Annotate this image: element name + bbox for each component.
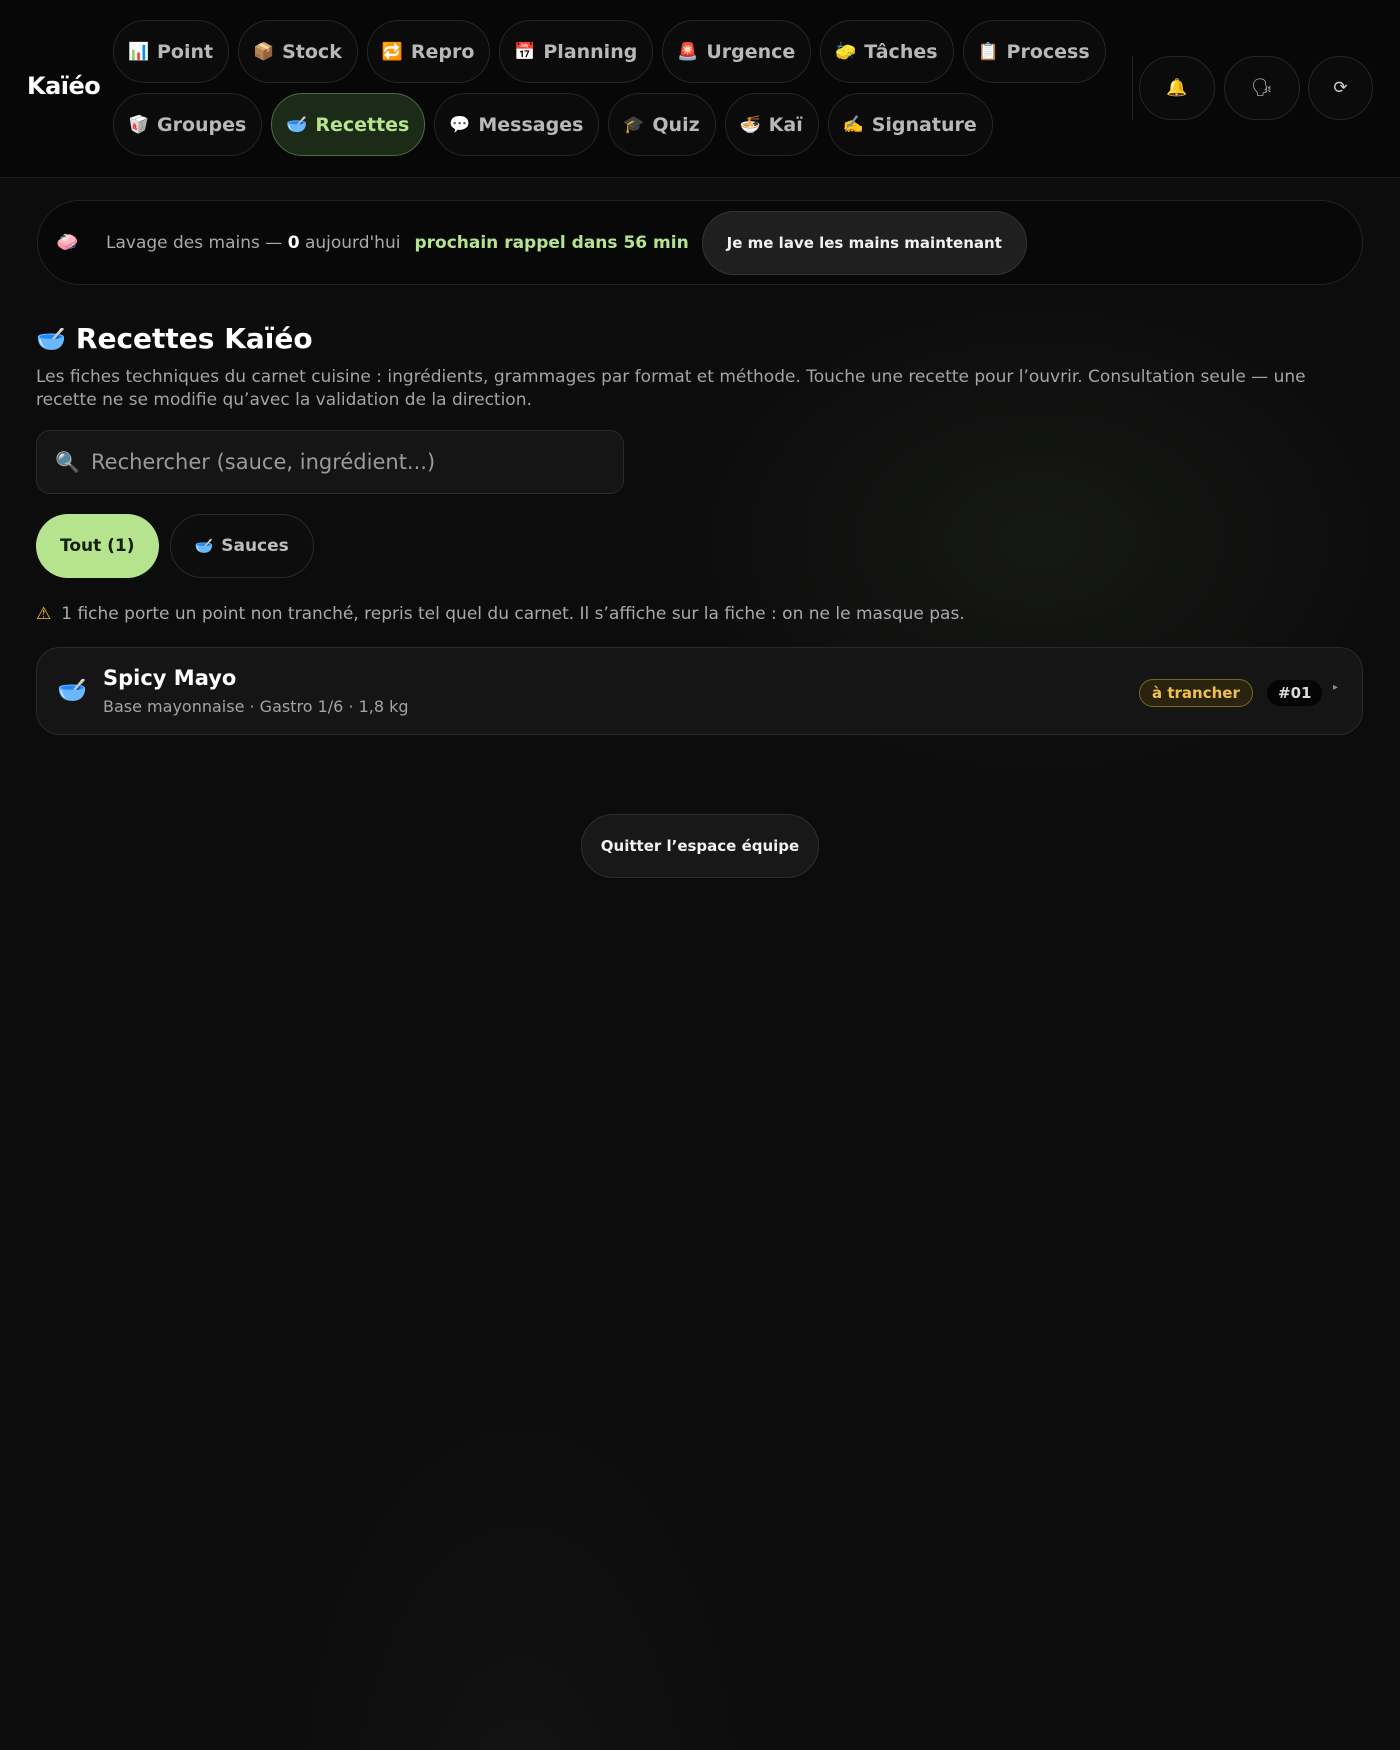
nav-messages[interactable]: 💬 Messages: [434, 93, 600, 156]
bell-icon: 🔔: [1166, 78, 1188, 98]
unresolved-warning: ⚠ 1 fiche porte un point non tranché, re…: [36, 604, 965, 624]
warning-icon: ⚠: [36, 604, 52, 624]
nav-label: Messages: [478, 113, 584, 136]
noodle-bowl-icon: 🍜: [739, 114, 761, 135]
nav-groupes[interactable]: 🥡 Groupes: [113, 93, 263, 156]
package-icon: 📦: [253, 41, 275, 62]
filter-sauces[interactable]: 🥣 Sauces: [169, 514, 314, 578]
nav-label: Quiz: [652, 113, 700, 136]
handwash-banner: 🧼 Lavage des mains — 0 aujourd'hui proch…: [37, 200, 1363, 285]
refresh-button[interactable]: ⟳: [1308, 56, 1373, 120]
app-logo[interactable]: Kaïéo: [27, 72, 101, 100]
nav-signature[interactable]: ✍️ Signature: [827, 93, 993, 156]
nav-row-2: 🥡 Groupes 🥣 Recettes 💬 Messages 🎓 Quiz 🍜 Kaï …: [113, 93, 993, 156]
recipe-meta: Base mayonnaise · Gastro 1/6 · 1,8 kg: [103, 697, 409, 716]
background-glow: [0, 180, 1400, 1750]
sponge-icon: 🧽: [835, 41, 857, 62]
filter-label: Tout (1): [60, 536, 135, 556]
recipe-number-badge: #01: [1267, 680, 1323, 706]
nav-urgence[interactable]: 🚨 Urgence: [662, 20, 812, 83]
handwash-count: 0: [287, 232, 300, 253]
clipboard-icon: 📋: [977, 41, 999, 62]
search-input[interactable]: [91, 450, 611, 474]
nav-label: Kaï: [768, 113, 803, 136]
calendar-icon: 📅: [514, 41, 536, 62]
page-title-text: Recettes Kaïéo: [75, 322, 313, 355]
bowl-icon: 🥣: [36, 324, 66, 353]
takeout-box-icon: 🥡: [128, 114, 150, 135]
status-badge: à trancher: [1139, 679, 1253, 707]
handwash-count-suffix: aujourd'hui: [304, 232, 401, 253]
nav-label: Groupes: [157, 113, 247, 136]
nav-stock[interactable]: 📦 Stock: [238, 20, 358, 83]
notifications-button[interactable]: 🔔: [1139, 56, 1215, 120]
handwash-label: Lavage des mains —: [106, 232, 283, 253]
chart-icon: 📊: [128, 41, 150, 62]
nav-label: Signature: [871, 113, 977, 136]
page-title: 🥣 Recettes Kaïéo: [36, 322, 313, 355]
speaking-head-icon: 🗣: [1251, 78, 1273, 98]
nav-kai[interactable]: 🍜 Kaï: [724, 93, 819, 156]
graduation-cap-icon: 🎓: [623, 114, 645, 135]
speech-bubble-icon: 💬: [449, 114, 471, 135]
chevron-right-icon: ▸: [1333, 682, 1339, 693]
nav-repro[interactable]: 🔁 Repro: [366, 20, 491, 83]
nav-label: Tâches: [864, 40, 938, 63]
next-reminder: prochain rappel dans 56 min: [414, 232, 689, 253]
filter-all[interactable]: Tout (1): [36, 514, 159, 578]
filter-label: Sauces: [221, 536, 289, 556]
nav-point[interactable]: 📊 Point: [113, 20, 230, 83]
siren-icon: 🚨: [677, 41, 699, 62]
nav-label: Urgence: [706, 40, 796, 63]
search-box: 🔍: [36, 430, 624, 494]
nav-label: Planning: [543, 40, 638, 63]
nav-label: Repro: [410, 40, 475, 63]
page-description: Les fiches techniques du carnet cuisine …: [36, 367, 1306, 410]
top-bar: Kaïéo 📊 Point 📦 Stock 🔁 Repro 📅 Planning 🚨 Ur…: [0, 0, 1400, 178]
warning-text: 1 fiche porte un point non tranché, repr…: [61, 604, 965, 624]
category-filters: Tout (1) 🥣 Sauces: [36, 514, 314, 578]
nav-label: Stock: [282, 40, 342, 63]
nav-label: Recettes: [315, 113, 410, 136]
writing-hand-icon: ✍️: [842, 114, 864, 135]
recipe-card[interactable]: 🥣 Spicy Mayo Base mayonnaise · Gastro 1/…: [36, 647, 1363, 735]
bowl-icon: 🥣: [194, 537, 214, 555]
nav-taches[interactable]: 🧽 Tâches: [820, 20, 954, 83]
nav-process[interactable]: 📋 Process: [962, 20, 1106, 83]
bowl-icon: 🥣: [57, 676, 87, 704]
nav-label: Process: [1006, 40, 1090, 63]
nav-row-1: 📊 Point 📦 Stock 🔁 Repro 📅 Planning 🚨 Urgence …: [113, 20, 1106, 83]
nav-planning[interactable]: 📅 Planning: [499, 20, 654, 83]
refresh-icon: ⟳: [1333, 78, 1348, 98]
bowl-icon: 🥣: [286, 114, 308, 135]
nav-label: Point: [157, 40, 214, 63]
header-divider: [1132, 56, 1133, 120]
repeat-icon: 🔁: [381, 41, 403, 62]
wash-hands-button[interactable]: Je me lave les mains maintenant: [701, 210, 1027, 275]
handwash-status: Lavage des mains — 0 aujourd'hui: [106, 233, 400, 253]
soap-icon: 🧼: [56, 232, 79, 253]
voice-button[interactable]: 🗣: [1224, 56, 1300, 120]
nav-quiz[interactable]: 🎓 Quiz: [608, 93, 716, 156]
nav-recettes[interactable]: 🥣 Recettes: [271, 93, 426, 156]
search-icon: 🔍: [55, 450, 80, 474]
recipe-name: Spicy Mayo: [103, 666, 237, 690]
quit-team-space-button[interactable]: Quitter l’espace équipe: [581, 814, 819, 878]
